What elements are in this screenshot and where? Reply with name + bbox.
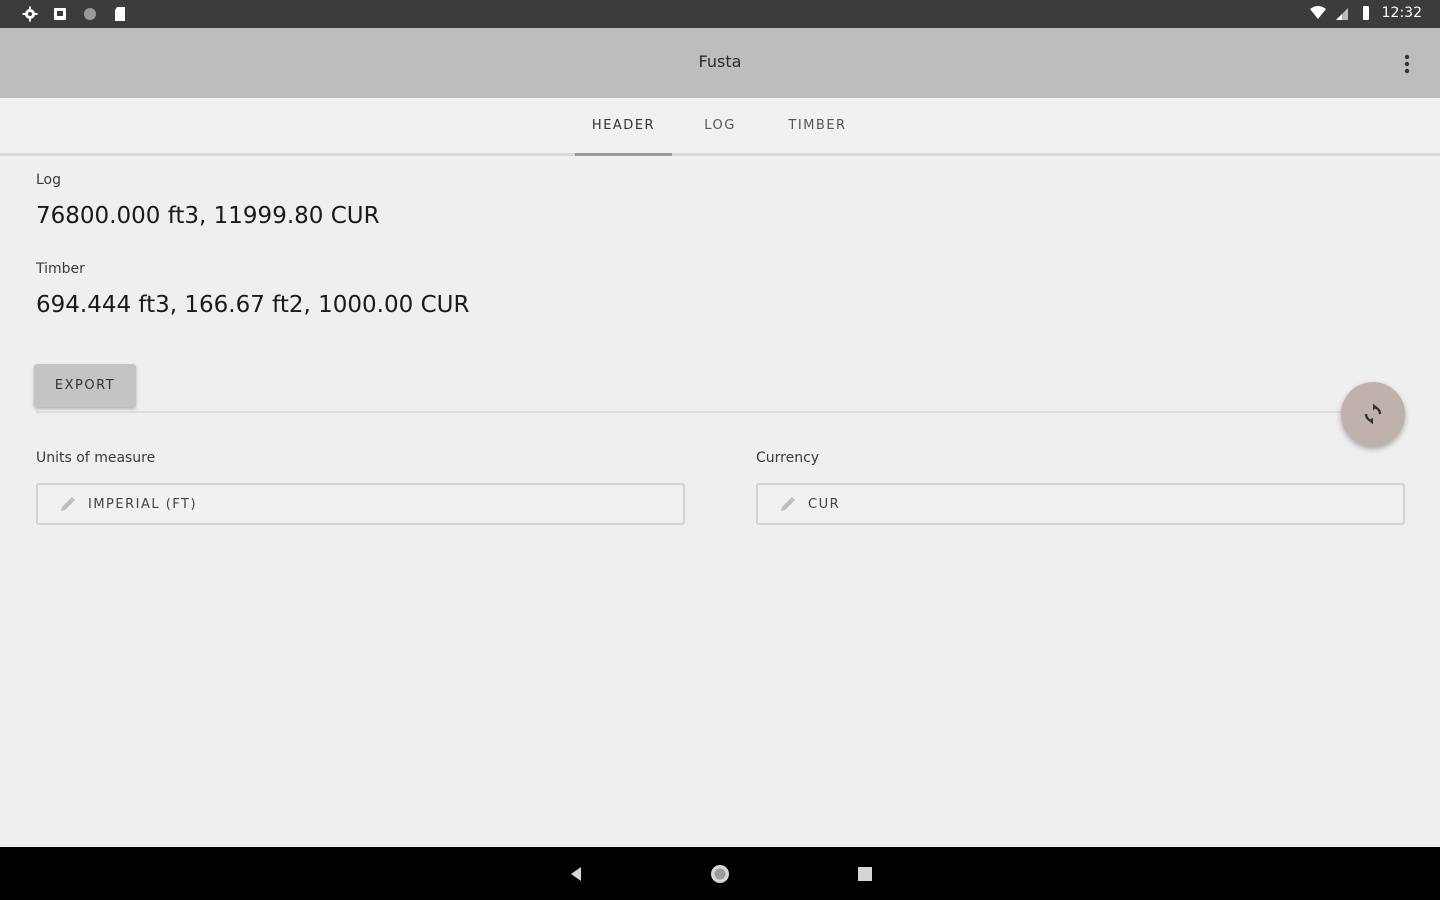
home-icon [711,865,729,883]
navigation-bar [0,847,1440,900]
currency-field[interactable]: CUR [756,483,1405,525]
signal-icon [1335,8,1348,20]
overflow-menu-button[interactable] [1392,50,1422,78]
app-title: Fusta [698,52,742,71]
sd-card-icon [115,7,125,21]
more-vert-icon [1404,54,1410,74]
back-icon [571,867,581,881]
log-value: 76800.000 ft3, 11999.80 CUR [36,203,380,229]
recents-button[interactable] [852,861,878,887]
units-of-measure-value: IMPERIAL (FT) [88,496,198,512]
refresh-icon [1364,403,1382,425]
currency-label: Currency [756,450,820,466]
log-label: Log [36,172,62,188]
circle-icon [84,8,96,20]
timber-label: Timber [36,261,85,277]
notification-icon [54,8,66,20]
status-left-icons [22,6,128,22]
refresh-fab-button[interactable] [1341,382,1405,446]
tab-bar: HEADER LOG TIMBER [0,98,1440,156]
timber-value: 694.444 ft3, 166.67 ft2, 1000.00 CUR [36,292,470,318]
units-of-measure-field[interactable]: IMPERIAL (FT) [36,483,685,525]
recents-icon [858,867,872,881]
currency-value: CUR [808,496,841,512]
tab-header[interactable]: HEADER [575,98,672,156]
pencil-icon [61,497,75,511]
divider [36,411,1366,413]
units-of-measure-label: Units of measure [36,450,156,466]
status-bar: 12:32 [0,0,1440,28]
battery-icon [1362,6,1369,20]
status-time: 12:32 [1381,5,1422,21]
status-right-icons: 12:32 [1309,5,1422,21]
app-bar: Fusta [0,28,1440,98]
tab-timber[interactable]: TIMBER [770,98,865,153]
settings-icon [22,6,38,22]
pencil-icon [781,497,795,511]
back-button[interactable] [563,861,589,887]
wifi-icon [1309,6,1326,19]
home-button[interactable] [707,861,733,887]
tab-log[interactable]: LOG [690,98,750,153]
export-button[interactable]: EXPORT [34,364,136,407]
